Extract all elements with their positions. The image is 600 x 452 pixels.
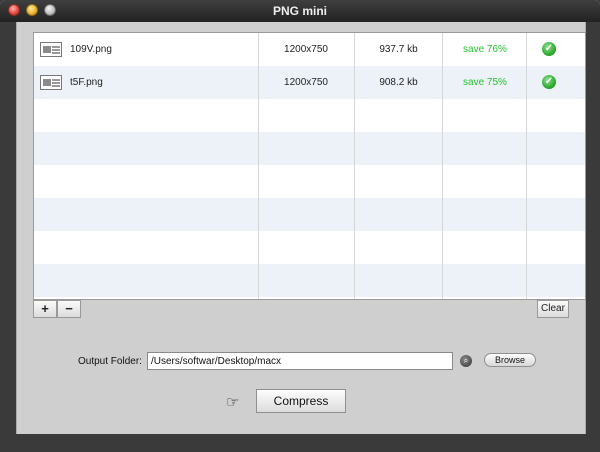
empty-row bbox=[34, 198, 585, 231]
window-frame-right bbox=[584, 22, 600, 434]
empty-row bbox=[34, 231, 585, 264]
png-thumbnail-icon bbox=[40, 42, 62, 57]
output-folder-label: Output Folder: bbox=[78, 356, 142, 367]
window-frame-left bbox=[0, 22, 16, 434]
output-folder-field[interactable] bbox=[147, 352, 453, 370]
column-divider bbox=[258, 33, 259, 299]
remove-file-button[interactable]: − bbox=[57, 300, 81, 318]
check-circle-icon: ✓ bbox=[542, 42, 556, 56]
empty-row bbox=[34, 99, 585, 132]
hand-pointer-icon: ☞ bbox=[226, 394, 240, 411]
add-file-button[interactable]: + bbox=[33, 300, 57, 318]
file-name: t5F.png bbox=[70, 77, 103, 88]
window-frame-bottom bbox=[0, 434, 600, 452]
table-row[interactable]: 109V.png 1200x750 937.7 kb save 76% ✓ bbox=[34, 33, 585, 66]
file-size: 937.7 kb bbox=[379, 44, 418, 55]
magnifier-icon[interactable]: ⌕ bbox=[460, 355, 472, 367]
column-divider bbox=[526, 33, 527, 299]
file-name: 109V.png bbox=[70, 44, 112, 55]
main-panel: 109V.png 1200x750 937.7 kb save 76% ✓ t5… bbox=[16, 22, 586, 434]
column-divider bbox=[442, 33, 443, 299]
file-saving: save 76% bbox=[463, 44, 507, 55]
window-title: PNG mini bbox=[272, 4, 327, 18]
empty-row bbox=[34, 165, 585, 198]
empty-row bbox=[34, 132, 585, 165]
file-resolution: 1200x750 bbox=[284, 77, 328, 88]
file-size: 908.2 kb bbox=[379, 77, 418, 88]
compress-button[interactable]: Compress bbox=[256, 389, 346, 413]
file-saving: save 75% bbox=[463, 77, 507, 88]
title-bar: PNG mini bbox=[0, 0, 600, 23]
clear-button[interactable]: Clear bbox=[537, 300, 569, 318]
empty-row bbox=[34, 264, 585, 297]
file-resolution: 1200x750 bbox=[284, 44, 328, 55]
column-divider bbox=[354, 33, 355, 299]
browse-button[interactable]: Browse bbox=[484, 353, 536, 367]
file-list[interactable]: 109V.png 1200x750 937.7 kb save 76% ✓ t5… bbox=[33, 32, 586, 300]
app-window: PNG mini 109V.png 1200x750 937.7 kb save… bbox=[0, 0, 600, 452]
png-thumbnail-icon bbox=[40, 75, 62, 90]
check-circle-icon: ✓ bbox=[542, 75, 556, 89]
table-row[interactable]: t5F.png 1200x750 908.2 kb save 75% ✓ bbox=[34, 66, 585, 99]
